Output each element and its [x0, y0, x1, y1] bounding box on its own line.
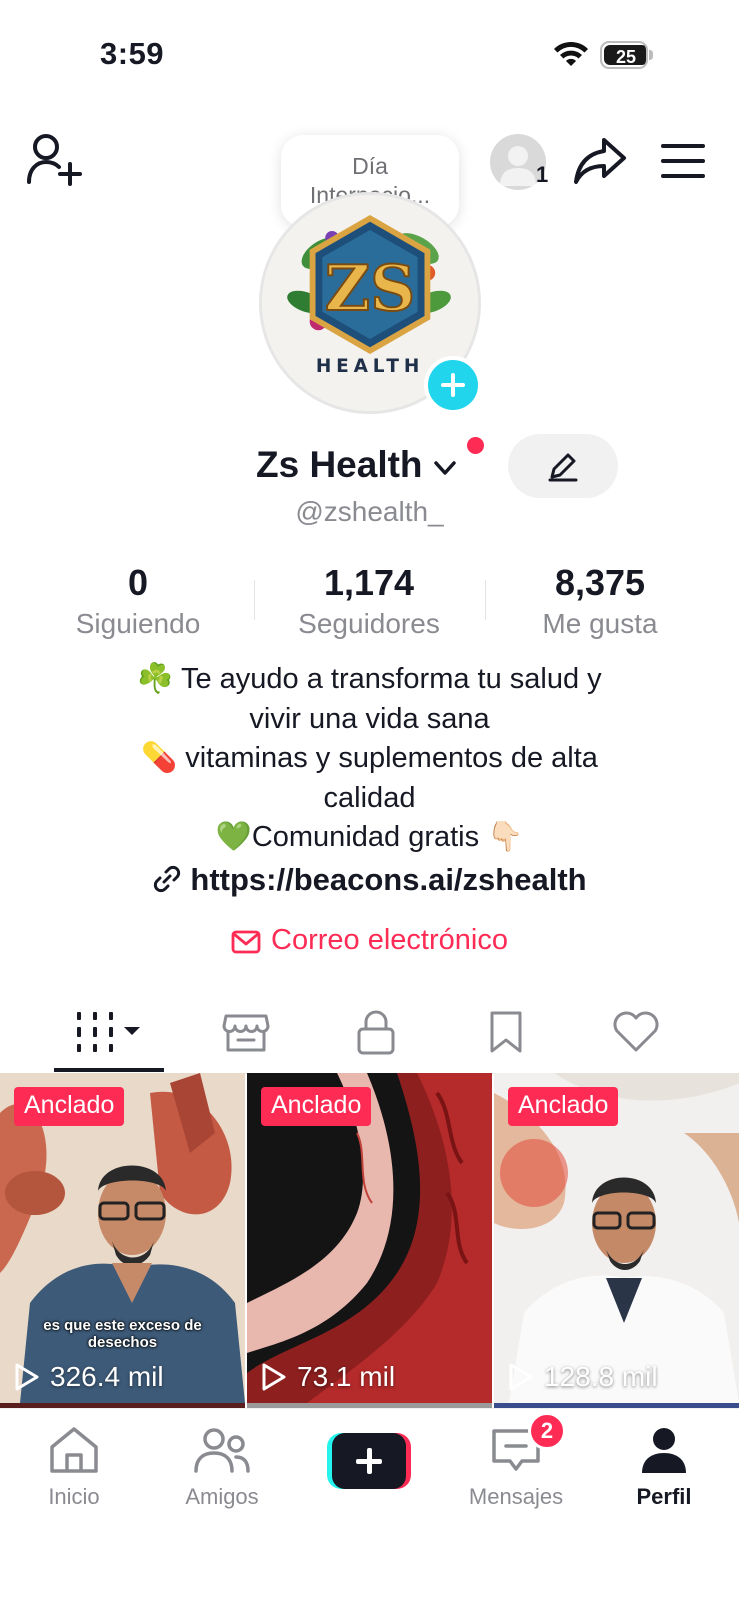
add-story-button[interactable]: [424, 356, 482, 414]
svg-text:ZS: ZS: [325, 252, 415, 325]
wifi-icon: [554, 41, 588, 66]
profile-stats: 0 Siguiendo 1,174 Seguidores 8,375 Me gu…: [0, 562, 739, 642]
stat-label: Seguidores: [298, 608, 440, 639]
pinned-badge: Anclado: [14, 1087, 125, 1126]
pencil-icon: [548, 453, 578, 482]
status-time: 3:59: [100, 36, 165, 71]
stat-followers[interactable]: 1,174 Seguidores: [254, 562, 484, 644]
profile-viewers-count: 1: [536, 162, 549, 187]
create-button[interactable]: [327, 1433, 411, 1489]
bookmark-icon: [490, 1011, 522, 1053]
plus-icon: [332, 1433, 406, 1489]
svg-text:HEALTH: HEALTH: [316, 356, 424, 377]
video-thumbnail[interactable]: Anclado es que este exceso de desechos 3…: [0, 1073, 245, 1403]
chevron-down-icon[interactable]: [431, 454, 459, 482]
view-count: 326.4 mil: [14, 1361, 164, 1393]
bio-link-text: https://beacons.ai/zshealth: [190, 862, 587, 897]
tab-videos[interactable]: [44, 990, 174, 1074]
notification-dot: [467, 437, 484, 454]
bio-line: vivir una vida sana: [249, 702, 490, 735]
status-bar: 3:59 25: [0, 0, 739, 100]
active-tab-indicator: [54, 1068, 164, 1072]
link-icon: [154, 865, 181, 893]
share-icon[interactable]: [572, 136, 628, 186]
nav-messages[interactable]: Mensajes: [446, 1425, 586, 1510]
battery-icon: 25: [600, 41, 653, 69]
email-label: Correo electrónico: [271, 924, 508, 956]
shop-icon: [222, 1014, 270, 1052]
friends-icon: [194, 1428, 250, 1473]
pinned-badge: Anclado: [508, 1087, 619, 1126]
stat-value: 0: [127, 562, 149, 603]
bottom-nav: Inicio Amigos Mensajes Perfil: [0, 1408, 739, 1600]
stat-value: 8,375: [554, 562, 646, 603]
mail-icon: [231, 930, 261, 954]
display-name: Zs Health: [256, 444, 423, 485]
nav-profile-label: Perfil: [636, 1484, 692, 1509]
add-friend-icon[interactable]: [26, 132, 84, 188]
tab-shop[interactable]: [181, 990, 311, 1074]
view-count-text: 128.8 mil: [544, 1361, 658, 1392]
lock-icon: [357, 1010, 395, 1055]
nav-home-label: Inicio: [48, 1484, 100, 1509]
email-button[interactable]: Correo electrónico: [0, 924, 739, 957]
view-count: 73.1 mil: [261, 1361, 395, 1393]
menu-icon[interactable]: [660, 143, 706, 179]
messages-badge: 2: [528, 1412, 566, 1450]
bio: ☘️ Te ayudo a transforma tu salud y vivi…: [40, 660, 699, 858]
heart-icon: [613, 1011, 659, 1052]
grid-icon: [77, 1012, 140, 1052]
tab-liked[interactable]: [571, 990, 701, 1074]
edit-profile-button[interactable]: [508, 434, 618, 498]
play-icon: [262, 1363, 286, 1391]
nav-friends[interactable]: Amigos: [152, 1425, 292, 1510]
bio-link[interactable]: https://beacons.ai/zshealth: [0, 862, 739, 898]
tab-saved[interactable]: [441, 990, 571, 1074]
home-icon: [50, 1427, 98, 1473]
play-icon: [509, 1363, 533, 1391]
video-grid: Anclado es que este exceso de desechos 3…: [0, 1073, 739, 1413]
nav-profile[interactable]: Perfil: [594, 1425, 734, 1510]
content-tabs: [0, 990, 739, 1074]
video-caption: es que este exceso de desechos: [43, 1317, 202, 1351]
view-count-text: 73.1 mil: [297, 1361, 396, 1392]
tab-private[interactable]: [311, 990, 441, 1074]
bio-line: 💊 vitaminas y suplementos de alta: [141, 742, 598, 774]
stat-likes[interactable]: 8,375 Me gusta: [485, 562, 715, 644]
video-thumbnail[interactable]: Anclado 73.1 mil: [247, 1073, 492, 1403]
nav-home[interactable]: Inicio: [4, 1425, 144, 1510]
profile-icon: [642, 1428, 686, 1473]
bio-line: ☘️ Te ayudo a transforma tu salud y: [137, 663, 602, 695]
bio-line: 💚Comunidad gratis 👇🏻: [215, 821, 524, 853]
bio-line: calidad: [323, 781, 416, 814]
stat-label: Me gusta: [542, 608, 658, 639]
nav-messages-label: Mensajes: [468, 1484, 564, 1509]
stat-label: Siguiendo: [75, 608, 201, 639]
username: @zshealth_: [295, 496, 444, 527]
view-count-text: 326.4 mil: [50, 1361, 164, 1392]
nav-friends-label: Amigos: [185, 1484, 259, 1509]
stat-following[interactable]: 0 Siguiendo: [23, 562, 253, 644]
stat-value: 1,174: [323, 562, 415, 603]
video-thumbnail[interactable]: Anclado 128.8 mil: [494, 1073, 739, 1403]
pinned-badge: Anclado: [261, 1087, 372, 1126]
view-count: 128.8 mil: [508, 1361, 658, 1393]
play-icon: [15, 1363, 39, 1391]
display-name-row[interactable]: Zs Health: [256, 440, 459, 490]
